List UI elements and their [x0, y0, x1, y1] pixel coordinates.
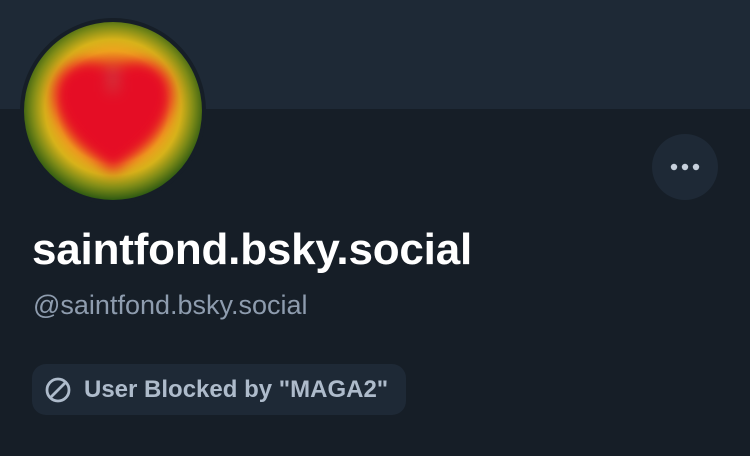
blocked-status-badge[interactable]: User Blocked by "MAGA2"	[32, 364, 407, 415]
block-icon	[44, 376, 72, 404]
ellipsis-icon	[670, 163, 700, 171]
profile-display-name: saintfond.bsky.social	[32, 225, 472, 274]
heart-icon	[54, 62, 172, 172]
avatar-frame[interactable]	[20, 18, 206, 204]
blocked-status-label: User Blocked by "MAGA2"	[84, 375, 389, 403]
profile-handle: @saintfond.bsky.social	[33, 290, 308, 320]
more-options-button[interactable]	[652, 134, 718, 200]
avatar[interactable]	[24, 22, 202, 200]
